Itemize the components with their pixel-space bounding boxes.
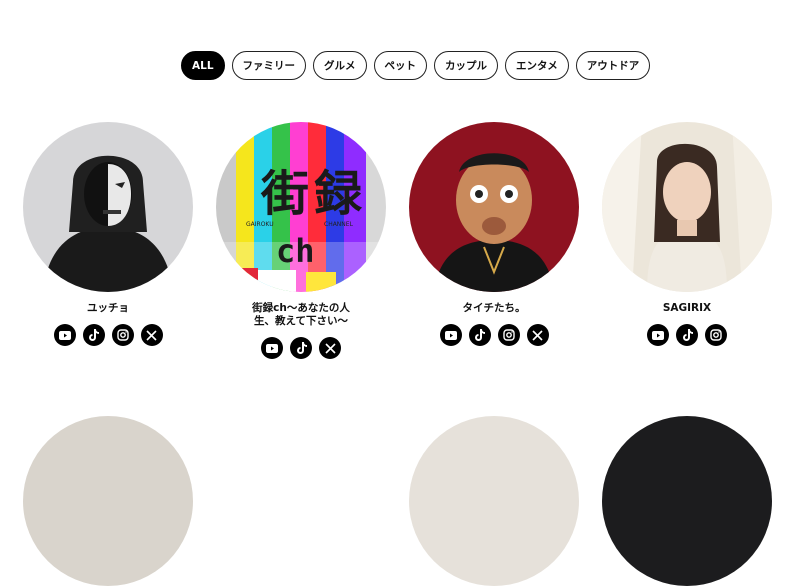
tiktok-icon[interactable] bbox=[82, 324, 105, 346]
social-links bbox=[8, 324, 208, 346]
tiktok-icon[interactable] bbox=[290, 337, 312, 359]
creator-grid: ユッチョ 街 録 GAIROKU CHANNEL ch 街録ch〜あなたの人 生… bbox=[0, 0, 800, 586]
tiktok-icon[interactable] bbox=[676, 324, 698, 346]
creator-avatar[interactable]: 街 録 GAIROKU CHANNEL ch bbox=[216, 122, 386, 292]
creator-avatar-partial[interactable] bbox=[23, 416, 193, 586]
avatar-logo-ch: ch bbox=[276, 232, 315, 270]
youtube-icon[interactable] bbox=[439, 324, 462, 346]
social-links bbox=[201, 337, 401, 359]
creator-card: ユッチョ bbox=[8, 122, 208, 346]
avatar-logo-right: CHANNEL bbox=[324, 221, 354, 228]
youtube-icon[interactable] bbox=[647, 324, 669, 346]
instagram-icon[interactable] bbox=[705, 324, 727, 346]
creator-name: タイチたち。 bbox=[462, 302, 526, 314]
creator-avatar-partial[interactable] bbox=[602, 416, 772, 586]
creator-card: タイチたち。 bbox=[394, 122, 594, 346]
avatar-logo-kanji-2: 録 bbox=[314, 166, 363, 222]
x-icon[interactable] bbox=[526, 324, 549, 346]
creator-avatar[interactable] bbox=[23, 122, 193, 292]
tiktok-icon[interactable] bbox=[468, 324, 491, 346]
social-links bbox=[394, 324, 594, 346]
creator-name: 街録ch〜あなたの人 生、教えて下さい〜 bbox=[252, 302, 350, 327]
avatar-logo-kanji-1: 街 bbox=[260, 166, 309, 222]
creator-name: SAGIRIX bbox=[662, 302, 712, 314]
creator-avatar[interactable] bbox=[602, 122, 772, 292]
youtube-icon[interactable] bbox=[261, 337, 283, 359]
creator-card: SAGIRIX bbox=[587, 122, 787, 346]
creator-avatar-partial[interactable] bbox=[409, 416, 579, 586]
creator-card: 街 録 GAIROKU CHANNEL ch 街録ch〜あなたの人 生、教えて下… bbox=[201, 122, 401, 359]
instagram-icon[interactable] bbox=[497, 324, 520, 346]
instagram-icon[interactable] bbox=[111, 324, 134, 346]
youtube-icon[interactable] bbox=[53, 324, 76, 346]
x-icon[interactable] bbox=[140, 324, 163, 346]
social-links bbox=[587, 324, 787, 346]
creator-name: ユッチョ bbox=[87, 302, 129, 314]
x-icon[interactable] bbox=[319, 337, 341, 359]
avatar-logo-left: GAIROKU bbox=[246, 221, 274, 228]
creator-avatar[interactable] bbox=[409, 122, 579, 292]
